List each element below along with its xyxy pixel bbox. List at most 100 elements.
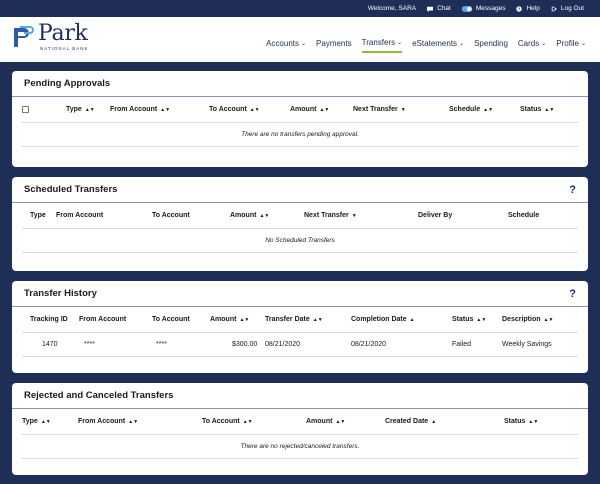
chat-link[interactable]: Chat	[426, 5, 451, 12]
col-transfer-date[interactable]: Transfer Date ▲▼	[265, 316, 323, 323]
cell-status: Failed	[452, 341, 472, 348]
col-schedule: Schedule	[508, 212, 540, 219]
toggle-icon	[461, 5, 473, 12]
col-status[interactable]: Status ▲▼	[452, 316, 486, 323]
sort-up-icon: ▲	[409, 317, 415, 323]
sort-icon: ▲▼	[544, 107, 555, 113]
scheduled-transfers-panel: Scheduled Transfers ? Type From Account …	[12, 177, 588, 271]
cell-description: Weekly Savings	[502, 341, 552, 348]
col-to-account: To Account	[152, 212, 190, 219]
bank-logo[interactable]: Park NATIONAL BANK	[12, 23, 89, 51]
empty-message: No Scheduled Transfers	[22, 229, 578, 253]
sort-icon: ▲▼	[84, 107, 95, 113]
sort-down-icon: ▼	[400, 107, 406, 113]
panel-title: Pending Approvals	[24, 78, 111, 89]
col-status[interactable]: Status ▲▼	[520, 106, 554, 113]
col-to-account[interactable]: To Account ▲▼	[202, 418, 253, 425]
panel-title: Rejected and Canceled Transfers	[24, 390, 174, 401]
panel-header: Scheduled Transfers ?	[12, 177, 588, 203]
panel-title: Transfer History	[24, 288, 97, 299]
cell-from-account: ****	[84, 341, 95, 348]
col-amount[interactable]: Amount ▲▼	[210, 316, 249, 323]
logout-icon	[551, 6, 557, 11]
nav-transfers[interactable]: Transfers ⌄	[361, 38, 403, 53]
logout-label: Log Out	[560, 5, 584, 12]
table-header: Tracking ID From Account To Account Amou…	[22, 307, 578, 333]
chevron-down-icon: ⌄	[541, 41, 547, 47]
sort-icon: ▲▼	[40, 419, 51, 425]
col-type[interactable]: Type ▲▼	[66, 106, 95, 113]
cell-tracking-id: 1470	[42, 341, 58, 348]
cell-to-account: ****	[156, 341, 167, 348]
help-icon[interactable]: ?	[569, 184, 576, 196]
sort-icon: ▲▼	[528, 419, 539, 425]
col-to-account[interactable]: To Account ▲▼	[209, 106, 260, 113]
transfer-history-panel: Transfer History ? Tracking ID From Acco…	[12, 281, 588, 373]
sort-icon: ▲▼	[483, 107, 494, 113]
select-all-checkbox[interactable]	[22, 106, 29, 113]
col-amount[interactable]: Amount ▲▼	[306, 418, 345, 425]
nav-profile[interactable]: Profile ⌄	[556, 38, 586, 53]
panel-header: Rejected and Canceled Transfers	[12, 383, 588, 409]
nav-label: eStatements	[412, 39, 458, 48]
messages-link[interactable]: Messages	[461, 5, 506, 12]
cell-amount: $300.00	[232, 341, 258, 348]
col-from-account: From Account	[56, 212, 104, 219]
empty-message: There are no rejected/canceled transfers…	[22, 435, 578, 459]
col-amount[interactable]: Amount ▲▼	[230, 212, 269, 219]
table-row[interactable]: 1470 **** **** $300.00 08/21/2020 08/21/…	[22, 333, 578, 357]
table-header: Type ▲▼ From Account ▲▼ To Account ▲▼ Amoun…	[22, 97, 578, 123]
sort-icon: ▲▼	[249, 107, 260, 113]
col-next-transfer[interactable]: Next Transfer ▼	[353, 106, 406, 113]
col-from-account: From Account	[79, 316, 127, 323]
nav-label: Profile	[556, 39, 579, 48]
help-link[interactable]: ? Help	[515, 5, 540, 12]
chat-icon	[427, 6, 434, 12]
col-type: Type	[30, 212, 46, 219]
nav-label: Payments	[316, 39, 352, 48]
park-logo-icon	[14, 26, 34, 47]
table-header: Type ▲▼ From Account ▲▼ To Account ▲▼ Amoun…	[22, 409, 578, 435]
nav-spending[interactable]: Spending	[474, 38, 508, 53]
panel-header: Pending Approvals	[12, 71, 588, 97]
col-description[interactable]: Description ▲▼	[502, 316, 553, 323]
nav-label: Spending	[474, 39, 508, 48]
sort-icon: ▲▼	[543, 317, 554, 323]
col-status[interactable]: Status ▲▼	[504, 418, 538, 425]
nav-payments[interactable]: Payments	[316, 38, 352, 53]
panel-header: Transfer History ?	[12, 281, 588, 307]
table-header: Type From Account To Account Amount ▲▼ Ne…	[22, 203, 578, 229]
nav-cards[interactable]: Cards ⌄	[518, 38, 546, 53]
help-icon[interactable]: ?	[569, 288, 576, 300]
col-type[interactable]: Type ▲▼	[22, 418, 51, 425]
welcome-text: Welcome, SARA	[367, 5, 417, 12]
rejected-canceled-panel: Rejected and Canceled Transfers Type ▲▼ F…	[12, 383, 588, 475]
pending-approvals-panel: Pending Approvals Type ▲▼ From Account ▲▼ …	[12, 71, 588, 167]
sort-down-icon: ▼	[351, 213, 357, 219]
sort-icon: ▲▼	[476, 317, 487, 323]
logout-link[interactable]: Log Out	[550, 5, 584, 12]
nav-label: Accounts	[266, 39, 299, 48]
nav-estatements[interactable]: eStatements ⌄	[412, 38, 464, 53]
messages-label: Messages	[475, 5, 506, 12]
chevron-down-icon: ⌄	[301, 41, 307, 47]
sort-icon: ▲▼	[160, 107, 171, 113]
chevron-down-icon: ⌄	[397, 40, 403, 46]
panel-title: Scheduled Transfers	[24, 184, 118, 195]
col-from-account[interactable]: From Account ▲▼	[78, 418, 138, 425]
col-amount[interactable]: Amount ▲▼	[290, 106, 329, 113]
logo-subtitle: NATIONAL BANK	[40, 46, 89, 51]
sort-icon: ▲▼	[259, 213, 270, 219]
help-icon: ?	[516, 5, 523, 12]
help-label: Help	[526, 5, 540, 12]
col-completion-date[interactable]: Completion Date ▲	[351, 316, 415, 323]
col-from-account[interactable]: From Account ▲▼	[110, 106, 170, 113]
col-schedule[interactable]: Schedule ▲▼	[449, 106, 493, 113]
col-created-date[interactable]: Created Date ▲	[385, 418, 436, 425]
sort-icon: ▲▼	[128, 419, 139, 425]
nav-accounts[interactable]: Accounts ⌄	[266, 38, 306, 53]
chat-label: Chat	[437, 5, 451, 12]
svg-text:?: ?	[518, 6, 521, 11]
sort-icon: ▲▼	[239, 317, 250, 323]
col-next-transfer[interactable]: Next Transfer ▼	[304, 212, 357, 219]
